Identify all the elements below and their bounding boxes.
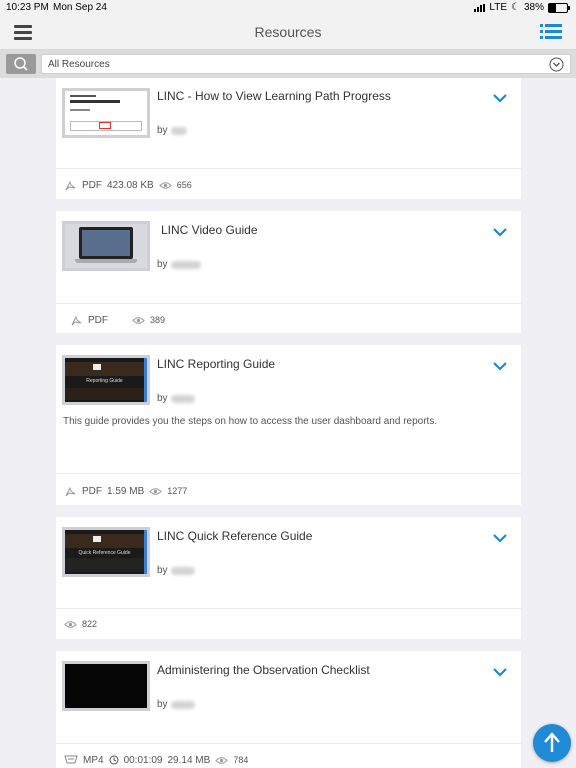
resource-title[interactable]: LINC Quick Reference Guide (157, 529, 312, 543)
filter-selected-value: All Resources (48, 59, 110, 70)
chevron-down-icon[interactable] (493, 227, 507, 237)
network-label: LTE (489, 2, 508, 13)
moon-icon: ☾ (511, 2, 520, 13)
divider (56, 473, 521, 474)
resource-meta: MP4 00:01:09 29.14 MB 784 (64, 754, 248, 766)
view-count: 656 (176, 180, 192, 190)
pdf-icon (65, 180, 76, 191)
file-size: 423.08 KB (107, 179, 154, 191)
resource-card[interactable]: Reporting Guide LINC Reporting Guide by … (56, 345, 521, 505)
eye-icon (132, 316, 145, 324)
divider (56, 743, 521, 744)
resource-meta: PDF 1.59 MB 1277 (64, 485, 187, 497)
status-date: Mon Sep 24 (53, 2, 107, 13)
resource-meta: PDF 423.08 KB 656 (64, 179, 192, 191)
scroll-to-top-button[interactable] (533, 724, 571, 762)
resource-description: This guide provides you the steps on how… (63, 416, 438, 427)
author-prefix: by (157, 393, 168, 404)
author-prefix: by (157, 259, 168, 270)
file-type: PDF (88, 314, 108, 326)
author-prefix: by (157, 125, 168, 136)
resource-card[interactable]: Quick Reference Guide LINC Quick Referen… (56, 517, 521, 639)
resource-thumbnail: Quick Reference Guide (62, 527, 150, 577)
battery-icon (548, 2, 570, 13)
author-prefix: by (157, 699, 168, 710)
author-prefix: by (157, 565, 168, 576)
resource-meta: PDF 389 (70, 314, 165, 326)
file-size: 29.14 MB (167, 754, 211, 766)
resource-title[interactable]: LINC Video Guide (161, 223, 258, 237)
resource-thumbnail: Reporting Guide (62, 355, 150, 405)
thumbnail-caption: Reporting Guide (86, 378, 123, 384)
eye-icon (215, 756, 229, 764)
chevron-down-circle-icon (549, 57, 564, 72)
chevron-down-icon[interactable] (493, 93, 507, 103)
file-size: 1.59 MB (107, 485, 145, 497)
view-count: 389 (150, 315, 166, 325)
resource-meta: 822 (64, 619, 97, 629)
video-icon (64, 755, 78, 764)
list-view-icon[interactable] (540, 24, 562, 42)
resource-author: by (157, 259, 201, 270)
chevron-down-icon[interactable] (493, 533, 507, 543)
resource-title[interactable]: LINC Reporting Guide (157, 357, 275, 371)
eye-icon (64, 620, 77, 628)
view-count: 784 (233, 755, 249, 765)
resource-author: by (157, 699, 195, 710)
file-type: MP4 (83, 754, 104, 766)
search-icon (14, 57, 28, 71)
eye-icon (149, 487, 162, 495)
resource-card[interactable]: LINC - How to View Learning Path Progres… (56, 78, 521, 199)
divider (56, 303, 521, 304)
filter-bar: All Resources (0, 50, 576, 78)
status-right: LTE ☾ 38% (474, 2, 570, 13)
status-bar: 10:23 PM Mon Sep 24 LTE ☾ 38% (0, 0, 576, 16)
resource-list: LINC - How to View Learning Path Progres… (0, 78, 576, 768)
divider (56, 608, 521, 609)
view-count: 822 (82, 619, 98, 629)
divider (56, 168, 521, 169)
thumbnail-caption: Quick Reference Guide (78, 550, 131, 556)
resource-thumbnail (62, 661, 150, 711)
chevron-down-icon[interactable] (493, 667, 507, 677)
pdf-icon (71, 315, 82, 326)
chevron-down-icon[interactable] (493, 361, 507, 371)
resource-author: by (157, 393, 195, 404)
status-time: 10:23 PM (6, 2, 49, 13)
eye-icon (159, 181, 172, 189)
resource-filter-dropdown[interactable]: All Resources (41, 54, 571, 74)
page-title: Resources (254, 24, 322, 40)
resource-thumbnail (62, 88, 150, 138)
signal-icon (474, 3, 486, 12)
arrow-up-icon (544, 732, 560, 752)
resource-card[interactable]: LINC Video Guide by PDF 389 (56, 211, 521, 333)
resource-title[interactable]: Administering the Observation Checklist (157, 663, 370, 677)
resource-card[interactable]: Administering the Observation Checklist … (56, 651, 521, 768)
clock-icon (109, 755, 119, 765)
battery-percent: 38% (523, 2, 544, 13)
resource-title[interactable]: LINC - How to View Learning Path Progres… (157, 89, 391, 103)
file-type: PDF (82, 485, 102, 497)
duration: 00:01:09 (123, 754, 163, 766)
search-button[interactable] (6, 54, 36, 74)
pdf-icon (65, 486, 76, 497)
view-count: 1277 (167, 486, 188, 496)
file-type: PDF (82, 179, 102, 191)
resource-thumbnail (62, 221, 150, 271)
nav-bar: Resources (0, 16, 576, 50)
resource-author: by (157, 125, 187, 136)
resource-author: by (157, 565, 195, 576)
